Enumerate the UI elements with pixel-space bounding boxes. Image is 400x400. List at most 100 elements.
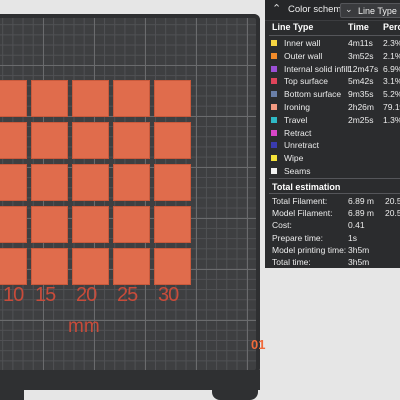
axis-tick-label: 10 xyxy=(3,284,24,306)
estimation-row: Model printing time: 3h5m xyxy=(272,245,400,257)
printed-object-tile[interactable] xyxy=(0,248,27,285)
printed-object-tile[interactable] xyxy=(154,80,191,117)
line-type-row[interactable]: Travel 2m25s 1.3% xyxy=(269,114,400,127)
line-type-percent: 1.3% xyxy=(383,114,400,125)
estimation-value: 1s xyxy=(348,232,357,243)
divider xyxy=(269,193,400,194)
line-type-row[interactable]: Outer wall 3m52s 2.1% xyxy=(269,50,400,63)
printed-object-tile[interactable] xyxy=(154,248,191,285)
line-type-name: Inner wall xyxy=(284,38,321,48)
line-type-percent: 2.3% xyxy=(383,38,400,48)
estimation-label: Model Filament: xyxy=(272,208,333,219)
color-swatch xyxy=(271,116,277,123)
collapse-chevron-up-icon[interactable]: ⌃ xyxy=(272,2,281,15)
color-swatch xyxy=(271,129,277,136)
color-scheme-value: Line Type xyxy=(358,6,397,16)
printed-object-tile[interactable] xyxy=(113,206,150,243)
estimation-row: Total time: 3h5m xyxy=(272,257,400,268)
color-swatch xyxy=(271,91,277,98)
line-type-name: Ironing xyxy=(284,102,310,112)
color-swatch xyxy=(271,65,277,72)
line-type-row[interactable]: Top surface 5m42s 3.1% xyxy=(269,75,400,88)
line-type-name: Unretract xyxy=(284,140,319,151)
printed-object-tile[interactable] xyxy=(31,206,68,243)
line-type-row[interactable]: Ironing 2h26m 79.1% xyxy=(269,101,400,114)
printed-object-tile[interactable] xyxy=(154,164,191,201)
line-type-percent: 79.1% xyxy=(383,102,400,112)
color-swatch xyxy=(271,168,277,174)
printed-object-tile[interactable] xyxy=(113,80,150,117)
divider xyxy=(269,35,400,36)
total-estimation-title: Total estimation xyxy=(272,182,341,192)
line-type-table-header: Line Type Time Percent xyxy=(272,22,400,34)
printed-object-tile[interactable] xyxy=(31,164,68,201)
axis-labels: 10 15 20 25 30 xyxy=(0,284,200,312)
column-header-percent: Percent xyxy=(383,22,400,32)
printed-object-tile[interactable] xyxy=(31,248,68,285)
color-swatch xyxy=(271,104,277,110)
printed-object-tile[interactable] xyxy=(31,122,68,159)
estimation-value: 0.41 xyxy=(348,220,365,231)
line-type-row[interactable]: Inner wall 4m11s 2.3% xyxy=(269,37,400,50)
printed-object-tile[interactable] xyxy=(0,122,27,159)
estimation-label: Prepare time: xyxy=(272,232,324,243)
color-scheme-dropdown[interactable]: ⌄ Line Type xyxy=(340,3,400,18)
printed-object-tile[interactable] xyxy=(72,122,109,159)
printed-object-tile[interactable] xyxy=(72,80,109,117)
estimation-row: Cost: 0.41 xyxy=(272,220,400,232)
color-scheme-label: Color scheme xyxy=(288,4,347,15)
printed-object-tile[interactable] xyxy=(31,80,68,117)
printed-object-tile[interactable] xyxy=(72,164,109,201)
printed-object-tile[interactable] xyxy=(113,122,150,159)
printed-object-tile[interactable] xyxy=(154,122,191,159)
printed-object-tile[interactable] xyxy=(72,248,109,285)
estimation-row: Model Filament: 6.89 m 20.55 g xyxy=(272,208,400,220)
estimation-label: Cost: xyxy=(272,220,292,231)
column-header-line-type: Line Type xyxy=(272,22,314,32)
estimation-extra: 20.55 g xyxy=(385,196,400,206)
estimation-value: 3h5m xyxy=(348,244,370,255)
line-type-percent: 3.1% xyxy=(383,76,400,87)
estimation-value: 3h5m xyxy=(348,257,370,267)
estimation-label: Total Filament: xyxy=(272,196,328,206)
line-type-name: Retract xyxy=(284,127,312,138)
printed-object-tile[interactable] xyxy=(154,206,191,243)
line-type-row[interactable]: Seams xyxy=(269,165,400,178)
axis-tick-label: 15 xyxy=(35,284,56,306)
printed-object-tile[interactable] xyxy=(72,206,109,243)
axis-tick-label: 25 xyxy=(117,284,138,306)
line-type-percent: 6.9% xyxy=(383,63,400,74)
line-type-time: 4m11s xyxy=(348,38,373,48)
line-type-name: Seams xyxy=(284,166,311,176)
line-type-time: 5m42s xyxy=(348,76,374,87)
color-swatch xyxy=(271,40,277,46)
estimation-row: Total Filament: 6.89 m 20.55 g xyxy=(272,196,400,208)
plate-number[interactable]: 01 xyxy=(251,337,265,352)
axis-tick-label: 20 xyxy=(76,284,97,306)
color-swatch xyxy=(271,155,277,162)
chevron-down-icon: ⌄ xyxy=(345,4,353,14)
line-type-name: Top surface xyxy=(284,76,328,87)
legend-header: ⌃ Color scheme ⌄ Line Type xyxy=(265,0,400,21)
line-type-row[interactable]: Unretract xyxy=(269,139,400,152)
printed-object-tile[interactable] xyxy=(0,206,27,243)
estimation-row: Prepare time: 1s xyxy=(272,233,400,245)
line-type-time: 3m52s xyxy=(348,50,374,61)
line-type-time: 12m47s xyxy=(348,63,379,74)
legend-panel: ⌃ Color scheme ⌄ Line Type Line Type Tim… xyxy=(265,0,400,268)
line-type-name: Outer wall xyxy=(284,50,323,61)
line-type-time: 2h26m xyxy=(348,102,374,112)
estimation-value: 6.89 m xyxy=(348,208,374,219)
line-type-row[interactable]: Retract xyxy=(269,127,400,140)
line-type-row[interactable]: Bottom surface 9m35s 5.2% xyxy=(269,88,400,101)
printed-object-tile[interactable] xyxy=(0,164,27,201)
line-type-row[interactable]: Wipe xyxy=(269,152,400,165)
line-type-name: Bottom surface xyxy=(284,89,342,100)
printed-object-tile[interactable] xyxy=(113,248,150,285)
line-type-time: 2m25s xyxy=(348,114,374,125)
color-swatch xyxy=(271,142,277,149)
printed-objects-grid xyxy=(0,80,191,285)
printed-object-tile[interactable] xyxy=(0,80,27,117)
line-type-row[interactable]: Internal solid infill12m47s 6.9% xyxy=(269,63,400,76)
printed-object-tile[interactable] xyxy=(113,164,150,201)
